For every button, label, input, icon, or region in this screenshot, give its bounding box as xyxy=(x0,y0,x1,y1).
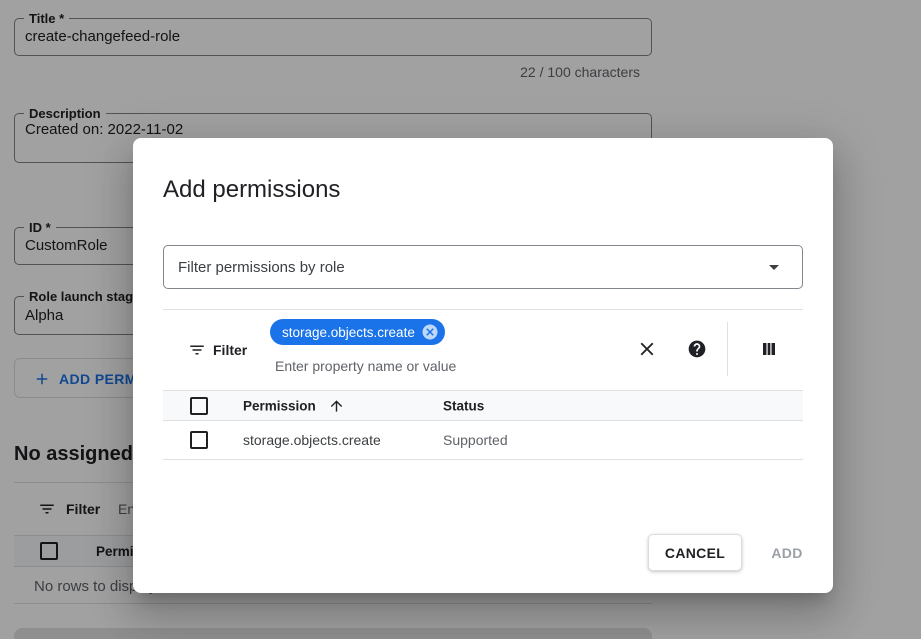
row-permission-value: storage.objects.create xyxy=(243,432,381,448)
filter-chip[interactable]: storage.objects.create xyxy=(270,319,445,345)
row-status-value: Supported xyxy=(443,432,508,448)
row-checkbox[interactable] xyxy=(190,431,208,449)
filter-chip-label: storage.objects.create xyxy=(282,325,415,340)
chevron-down-icon xyxy=(762,255,786,279)
add-button[interactable]: ADD xyxy=(759,534,815,571)
dialog-filter-label: Filter xyxy=(213,342,247,358)
filter-list-icon xyxy=(188,341,206,359)
cancel-button[interactable]: CANCEL xyxy=(648,534,742,571)
role-filter-select-value: Filter permissions by role xyxy=(178,259,345,276)
column-display-icon[interactable] xyxy=(760,340,778,358)
add-permissions-dialog: Add permissions Filter permissions by ro… xyxy=(133,138,833,593)
screen: Title * create-changefeed-role 22 / 100 … xyxy=(0,0,921,639)
clear-filter-icon[interactable] xyxy=(636,338,658,360)
chip-remove-icon[interactable] xyxy=(421,323,439,341)
table-row: storage.objects.create Supported xyxy=(163,421,803,460)
dialog-select-all-checkbox[interactable] xyxy=(190,397,208,415)
permission-column-header[interactable]: Permission xyxy=(243,397,345,414)
role-filter-select[interactable]: Filter permissions by role xyxy=(163,245,803,289)
toolbar-divider xyxy=(727,322,728,376)
permission-column-label: Permission xyxy=(243,398,316,413)
help-icon[interactable] xyxy=(687,339,707,359)
divider xyxy=(163,309,803,310)
dialog-title: Add permissions xyxy=(163,174,340,206)
sort-ascending-icon[interactable] xyxy=(328,397,345,414)
dialog-table-header-row: Permission Status xyxy=(163,390,803,421)
status-column-header: Status xyxy=(443,398,484,413)
dialog-filter-input[interactable]: Enter property name or value xyxy=(275,358,456,374)
